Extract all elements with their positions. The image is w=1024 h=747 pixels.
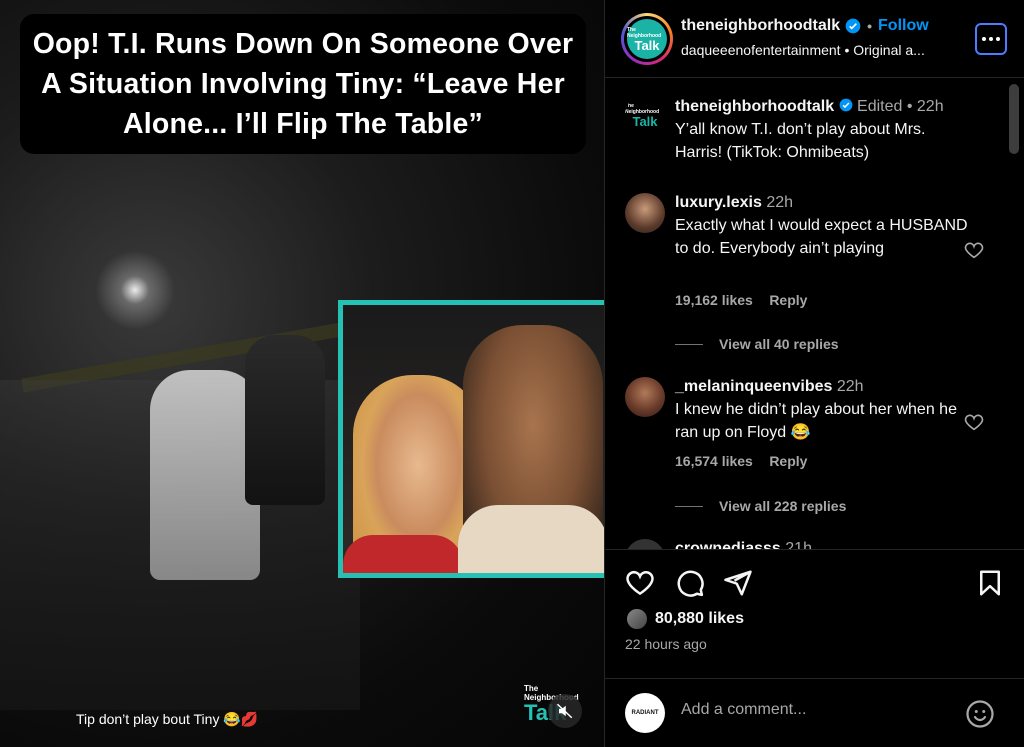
- video-headline: Oop! T.I. Runs Down On Someone Over A Si…: [20, 14, 586, 154]
- comment-text: I knew he didn’t play about her when he …: [675, 401, 957, 441]
- logo-big-text: Talk: [632, 113, 658, 129]
- verified-badge-icon: [845, 18, 861, 34]
- logo-big-text: Talk: [634, 37, 660, 53]
- current-user-avatar[interactable]: RADIANT: [625, 693, 665, 733]
- comments-list[interactable]: The Neighborhood Talk theneighborhoodtal…: [605, 79, 1024, 549]
- red-top: [343, 535, 463, 573]
- neighborhood-talk-logo: The Neighborhood Talk: [627, 19, 667, 59]
- comment-meta-row: 19,162 likes Reply: [675, 292, 807, 310]
- follow-button[interactable]: Follow: [878, 17, 929, 35]
- post-header: The Neighborhood Talk theneighborhoodtal…: [605, 0, 1024, 78]
- person-in-white: [150, 370, 260, 580]
- comment-likes[interactable]: 19,162 likes: [675, 292, 753, 308]
- logo-small-text: The Neighborhood: [627, 26, 662, 39]
- comment-username[interactable]: crownedjasss: [675, 540, 781, 549]
- comment-likes[interactable]: 16,574 likes: [675, 453, 753, 469]
- comment-time[interactable]: 22h: [837, 378, 864, 395]
- headline-text: Oop! T.I. Runs Down On Someone Over A Si…: [32, 28, 574, 140]
- stage-light: [95, 250, 175, 330]
- caption-username[interactable]: theneighborhoodtalk: [675, 98, 834, 115]
- video-caption: Tip don’t play bout Tiny 😂💋: [76, 711, 259, 727]
- caption-text: Y’all know T.I. don’t play about Mrs. Ha…: [675, 121, 926, 161]
- comment-time[interactable]: 22h: [766, 194, 793, 211]
- view-replies-button[interactable]: View all 228 replies: [675, 498, 846, 514]
- author-avatar[interactable]: The Neighborhood Talk: [621, 13, 673, 65]
- more-options-button[interactable]: [975, 23, 1007, 55]
- add-comment-row: RADIANT: [605, 678, 1024, 747]
- post-media[interactable]: Oop! T.I. Runs Down On Someone Over A Si…: [0, 0, 604, 747]
- comment-username[interactable]: _melaninqueenvibes: [675, 378, 832, 395]
- reply-button[interactable]: Reply: [769, 453, 807, 469]
- more-horizontal-icon: [982, 37, 1000, 41]
- commenter-avatar[interactable]: [625, 377, 665, 417]
- cream-shirt: [458, 505, 604, 573]
- like-comment-heart-icon[interactable]: [963, 239, 985, 261]
- inset-photo: [338, 300, 604, 578]
- caption-author-avatar[interactable]: The Neighborhood Talk: [625, 95, 665, 135]
- emoji-smiley-icon[interactable]: [965, 699, 995, 729]
- commenter-avatar[interactable]: [625, 539, 665, 549]
- separator-dot: •: [867, 18, 873, 34]
- edited-label: Edited: [857, 98, 903, 115]
- comments-scrollbar[interactable]: [1009, 84, 1019, 154]
- comment-username[interactable]: luxury.lexis: [675, 194, 762, 211]
- likes-summary[interactable]: 80,880 likes: [625, 607, 744, 631]
- person-in-black: [245, 335, 325, 505]
- post-time[interactable]: 22 hours ago: [625, 636, 707, 652]
- view-replies-button[interactable]: View all 40 replies: [675, 336, 839, 352]
- post-side-panel: The Neighborhood Talk theneighborhoodtal…: [604, 0, 1024, 747]
- add-comment-input[interactable]: [681, 701, 941, 719]
- commenter-avatar[interactable]: [625, 193, 665, 233]
- author-username[interactable]: theneighborhoodtalk: [681, 17, 840, 35]
- caption-time[interactable]: 22h: [917, 98, 944, 115]
- logo-small-text: The Neighborhood: [625, 102, 660, 115]
- audio-subtitle[interactable]: daqueeenofentertainment • Original a...: [681, 42, 925, 58]
- liker-avatar: [625, 607, 649, 631]
- comment-time[interactable]: 21h: [785, 540, 812, 549]
- view-replies-label: View all 228 replies: [719, 498, 847, 514]
- comment-meta-row: 16,574 likes Reply: [675, 453, 807, 471]
- likes-count[interactable]: 80,880 likes: [655, 610, 744, 628]
- like-comment-heart-icon[interactable]: [963, 411, 985, 433]
- separator-dot: •: [906, 98, 913, 115]
- save-bookmark-icon[interactable]: [975, 568, 1005, 598]
- share-paper-plane-icon[interactable]: [723, 568, 753, 598]
- reply-button[interactable]: Reply: [769, 292, 807, 308]
- like-heart-icon[interactable]: [625, 568, 655, 598]
- comment-text: Exactly what I would expect a HUSBAND to…: [675, 217, 968, 257]
- speaker-muted-icon: [556, 703, 573, 719]
- comment-bubble-icon[interactable]: [675, 568, 705, 598]
- verified-badge-icon: [839, 98, 852, 112]
- view-replies-label: View all 40 replies: [719, 336, 839, 352]
- mute-button[interactable]: [548, 694, 582, 728]
